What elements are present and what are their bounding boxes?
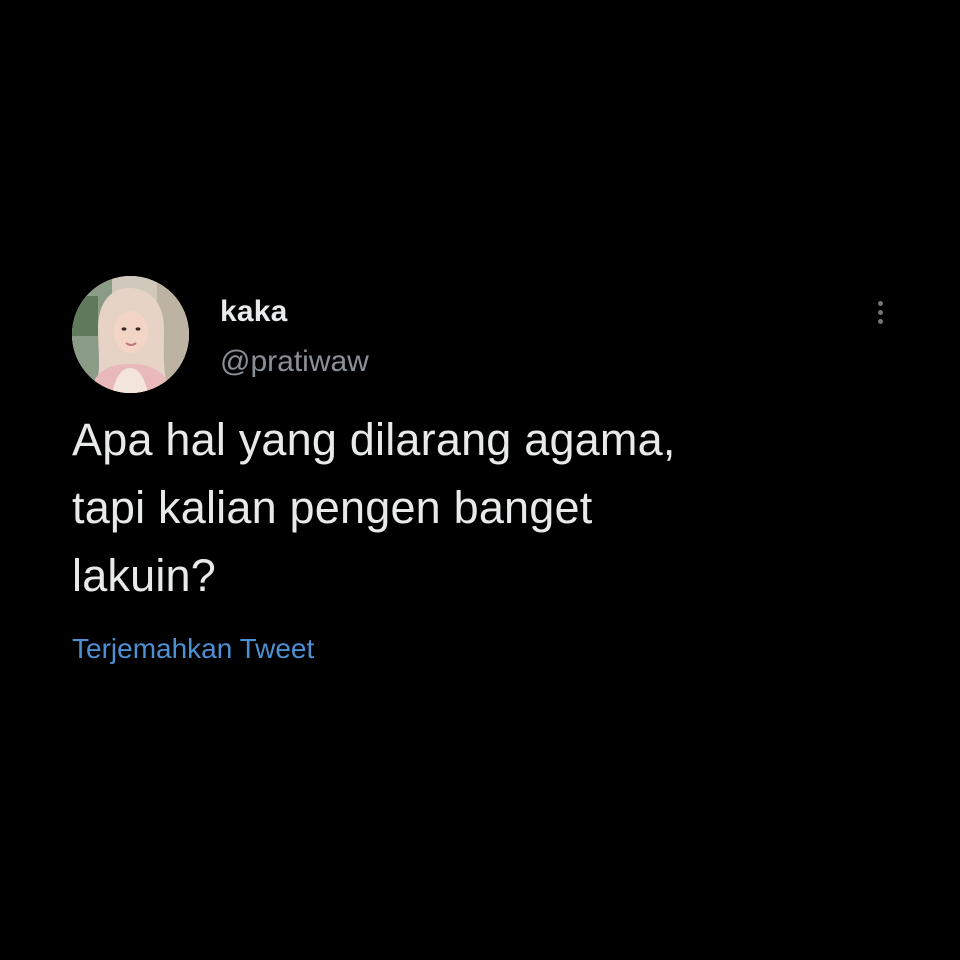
user-handle[interactable]: @pratiwaw xyxy=(220,344,369,380)
tweet-text-line: Apa hal yang dilarang agama, xyxy=(72,414,676,465)
more-dot xyxy=(877,310,883,315)
user-avatar-icon xyxy=(72,276,189,393)
more-dot xyxy=(877,301,883,306)
tweet-text-line: lakuin? xyxy=(72,550,217,601)
display-name[interactable]: kaka xyxy=(220,294,369,330)
tweet-header: kaka @pratiwaw xyxy=(72,276,892,394)
tweet-text-line: tapi kalian pengen banget xyxy=(72,482,593,533)
author-identity: kaka @pratiwaw xyxy=(220,294,369,380)
tweet-card: kaka @pratiwaw Apa hal yang dilarang aga… xyxy=(72,276,892,666)
avatar[interactable] xyxy=(72,276,189,393)
tweet-text: Apa hal yang dilarang agama, tapi kalian… xyxy=(72,406,872,610)
more-vertical-icon[interactable] xyxy=(870,298,890,334)
screen: kaka @pratiwaw Apa hal yang dilarang aga… xyxy=(0,0,960,960)
more-dot xyxy=(877,319,883,324)
translate-tweet-link[interactable]: Terjemahkan Tweet xyxy=(72,632,314,666)
